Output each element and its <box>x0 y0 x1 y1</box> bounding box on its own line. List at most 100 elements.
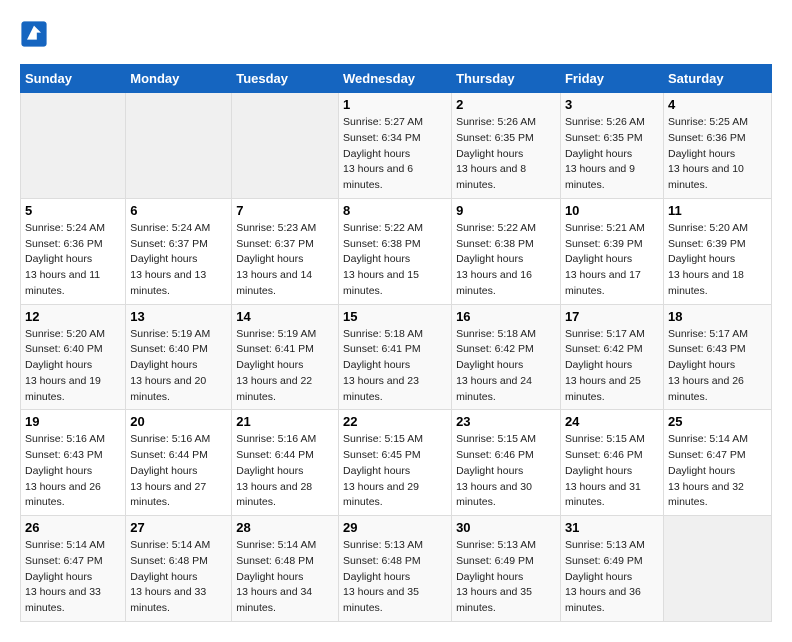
day-cell: 4 Sunrise: 5:25 AM Sunset: 6:36 PM Dayli… <box>663 93 771 199</box>
day-info: Sunrise: 5:15 AM Sunset: 6:46 PM Dayligh… <box>565 432 659 511</box>
week-row-2: 5 Sunrise: 5:24 AM Sunset: 6:36 PM Dayli… <box>21 198 772 304</box>
day-number: 28 <box>236 520 334 535</box>
header-cell-tuesday: Tuesday <box>232 65 339 93</box>
week-row-5: 26 Sunrise: 5:14 AM Sunset: 6:47 PM Dayl… <box>21 516 772 622</box>
day-cell: 25 Sunrise: 5:14 AM Sunset: 6:47 PM Dayl… <box>663 410 771 516</box>
day-info: Sunrise: 5:14 AM Sunset: 6:47 PM Dayligh… <box>25 538 121 617</box>
calendar-table: SundayMondayTuesdayWednesdayThursdayFrid… <box>20 64 772 622</box>
header-cell-thursday: Thursday <box>452 65 561 93</box>
day-info: Sunrise: 5:25 AM Sunset: 6:36 PM Dayligh… <box>668 115 767 194</box>
header-row: SundayMondayTuesdayWednesdayThursdayFrid… <box>21 65 772 93</box>
day-number: 25 <box>668 414 767 429</box>
day-cell <box>232 93 339 199</box>
day-info: Sunrise: 5:17 AM Sunset: 6:43 PM Dayligh… <box>668 327 767 406</box>
day-cell: 6 Sunrise: 5:24 AM Sunset: 6:37 PM Dayli… <box>126 198 232 304</box>
header-cell-monday: Monday <box>126 65 232 93</box>
day-cell: 22 Sunrise: 5:15 AM Sunset: 6:45 PM Dayl… <box>339 410 452 516</box>
day-info: Sunrise: 5:16 AM Sunset: 6:44 PM Dayligh… <box>130 432 227 511</box>
day-cell: 16 Sunrise: 5:18 AM Sunset: 6:42 PM Dayl… <box>452 304 561 410</box>
calendar-header: SundayMondayTuesdayWednesdayThursdayFrid… <box>21 65 772 93</box>
day-number: 27 <box>130 520 227 535</box>
day-info: Sunrise: 5:14 AM Sunset: 6:47 PM Dayligh… <box>668 432 767 511</box>
day-number: 7 <box>236 203 334 218</box>
day-number: 18 <box>668 309 767 324</box>
week-row-1: 1 Sunrise: 5:27 AM Sunset: 6:34 PM Dayli… <box>21 93 772 199</box>
day-number: 9 <box>456 203 556 218</box>
day-number: 2 <box>456 97 556 112</box>
day-number: 17 <box>565 309 659 324</box>
day-cell: 17 Sunrise: 5:17 AM Sunset: 6:42 PM Dayl… <box>560 304 663 410</box>
page-header <box>20 20 772 48</box>
day-number: 22 <box>343 414 447 429</box>
day-info: Sunrise: 5:17 AM Sunset: 6:42 PM Dayligh… <box>565 327 659 406</box>
day-info: Sunrise: 5:13 AM Sunset: 6:49 PM Dayligh… <box>456 538 556 617</box>
day-number: 20 <box>130 414 227 429</box>
day-number: 31 <box>565 520 659 535</box>
day-cell: 5 Sunrise: 5:24 AM Sunset: 6:36 PM Dayli… <box>21 198 126 304</box>
day-info: Sunrise: 5:20 AM Sunset: 6:39 PM Dayligh… <box>668 221 767 300</box>
day-info: Sunrise: 5:22 AM Sunset: 6:38 PM Dayligh… <box>456 221 556 300</box>
day-info: Sunrise: 5:23 AM Sunset: 6:37 PM Dayligh… <box>236 221 334 300</box>
header-cell-saturday: Saturday <box>663 65 771 93</box>
day-cell: 2 Sunrise: 5:26 AM Sunset: 6:35 PM Dayli… <box>452 93 561 199</box>
day-info: Sunrise: 5:20 AM Sunset: 6:40 PM Dayligh… <box>25 327 121 406</box>
week-row-3: 12 Sunrise: 5:20 AM Sunset: 6:40 PM Dayl… <box>21 304 772 410</box>
day-info: Sunrise: 5:26 AM Sunset: 6:35 PM Dayligh… <box>565 115 659 194</box>
header-cell-wednesday: Wednesday <box>339 65 452 93</box>
day-number: 26 <box>25 520 121 535</box>
day-cell: 14 Sunrise: 5:19 AM Sunset: 6:41 PM Dayl… <box>232 304 339 410</box>
day-cell: 26 Sunrise: 5:14 AM Sunset: 6:47 PM Dayl… <box>21 516 126 622</box>
day-cell: 10 Sunrise: 5:21 AM Sunset: 6:39 PM Dayl… <box>560 198 663 304</box>
day-number: 1 <box>343 97 447 112</box>
day-info: Sunrise: 5:15 AM Sunset: 6:46 PM Dayligh… <box>456 432 556 511</box>
day-info: Sunrise: 5:14 AM Sunset: 6:48 PM Dayligh… <box>130 538 227 617</box>
day-cell: 24 Sunrise: 5:15 AM Sunset: 6:46 PM Dayl… <box>560 410 663 516</box>
day-number: 21 <box>236 414 334 429</box>
day-info: Sunrise: 5:24 AM Sunset: 6:36 PM Dayligh… <box>25 221 121 300</box>
day-number: 6 <box>130 203 227 218</box>
day-cell <box>126 93 232 199</box>
day-info: Sunrise: 5:19 AM Sunset: 6:40 PM Dayligh… <box>130 327 227 406</box>
day-info: Sunrise: 5:26 AM Sunset: 6:35 PM Dayligh… <box>456 115 556 194</box>
day-cell: 11 Sunrise: 5:20 AM Sunset: 6:39 PM Dayl… <box>663 198 771 304</box>
day-info: Sunrise: 5:27 AM Sunset: 6:34 PM Dayligh… <box>343 115 447 194</box>
day-number: 12 <box>25 309 121 324</box>
day-info: Sunrise: 5:19 AM Sunset: 6:41 PM Dayligh… <box>236 327 334 406</box>
day-info: Sunrise: 5:13 AM Sunset: 6:49 PM Dayligh… <box>565 538 659 617</box>
day-number: 10 <box>565 203 659 218</box>
day-cell: 1 Sunrise: 5:27 AM Sunset: 6:34 PM Dayli… <box>339 93 452 199</box>
day-cell: 13 Sunrise: 5:19 AM Sunset: 6:40 PM Dayl… <box>126 304 232 410</box>
day-cell <box>663 516 771 622</box>
day-number: 14 <box>236 309 334 324</box>
day-cell: 18 Sunrise: 5:17 AM Sunset: 6:43 PM Dayl… <box>663 304 771 410</box>
day-number: 5 <box>25 203 121 218</box>
day-number: 30 <box>456 520 556 535</box>
day-number: 24 <box>565 414 659 429</box>
day-cell: 23 Sunrise: 5:15 AM Sunset: 6:46 PM Dayl… <box>452 410 561 516</box>
calendar-body: 1 Sunrise: 5:27 AM Sunset: 6:34 PM Dayli… <box>21 93 772 622</box>
day-number: 4 <box>668 97 767 112</box>
day-cell: 19 Sunrise: 5:16 AM Sunset: 6:43 PM Dayl… <box>21 410 126 516</box>
day-cell: 29 Sunrise: 5:13 AM Sunset: 6:48 PM Dayl… <box>339 516 452 622</box>
day-info: Sunrise: 5:14 AM Sunset: 6:48 PM Dayligh… <box>236 538 334 617</box>
day-cell: 30 Sunrise: 5:13 AM Sunset: 6:49 PM Dayl… <box>452 516 561 622</box>
day-info: Sunrise: 5:16 AM Sunset: 6:44 PM Dayligh… <box>236 432 334 511</box>
day-number: 11 <box>668 203 767 218</box>
day-number: 15 <box>343 309 447 324</box>
day-info: Sunrise: 5:18 AM Sunset: 6:42 PM Dayligh… <box>456 327 556 406</box>
day-cell: 3 Sunrise: 5:26 AM Sunset: 6:35 PM Dayli… <box>560 93 663 199</box>
logo-icon <box>20 20 48 48</box>
day-cell: 20 Sunrise: 5:16 AM Sunset: 6:44 PM Dayl… <box>126 410 232 516</box>
day-number: 19 <box>25 414 121 429</box>
day-number: 29 <box>343 520 447 535</box>
header-cell-sunday: Sunday <box>21 65 126 93</box>
day-info: Sunrise: 5:21 AM Sunset: 6:39 PM Dayligh… <box>565 221 659 300</box>
day-info: Sunrise: 5:18 AM Sunset: 6:41 PM Dayligh… <box>343 327 447 406</box>
week-row-4: 19 Sunrise: 5:16 AM Sunset: 6:43 PM Dayl… <box>21 410 772 516</box>
day-number: 13 <box>130 309 227 324</box>
day-info: Sunrise: 5:24 AM Sunset: 6:37 PM Dayligh… <box>130 221 227 300</box>
day-number: 23 <box>456 414 556 429</box>
day-cell: 27 Sunrise: 5:14 AM Sunset: 6:48 PM Dayl… <box>126 516 232 622</box>
day-cell: 15 Sunrise: 5:18 AM Sunset: 6:41 PM Dayl… <box>339 304 452 410</box>
day-cell: 7 Sunrise: 5:23 AM Sunset: 6:37 PM Dayli… <box>232 198 339 304</box>
